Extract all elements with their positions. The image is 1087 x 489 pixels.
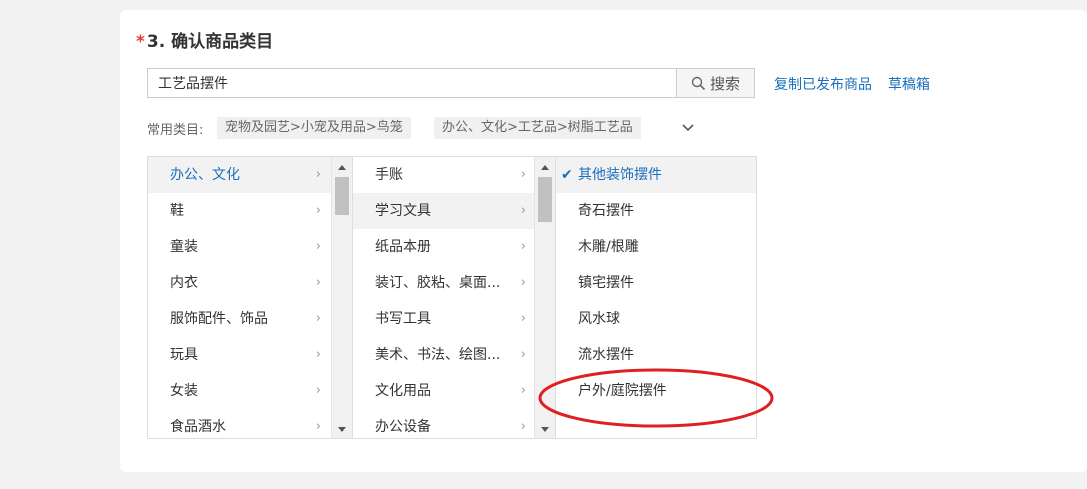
category-item[interactable]: 奇石摆件 <box>556 193 756 229</box>
category-search-input[interactable] <box>147 68 676 98</box>
chevron-right-icon: › <box>315 203 321 218</box>
category-item[interactable]: 内衣 › <box>148 265 331 301</box>
category-item-label: 书写工具 <box>375 311 431 327</box>
category-item[interactable]: 童装 › <box>148 229 331 265</box>
search-button-label: 搜索 <box>709 74 740 93</box>
copy-published-link[interactable]: 复制已发布商品 <box>774 74 872 94</box>
category-item[interactable]: 文化用品 › <box>353 373 536 409</box>
chevron-right-icon: › <box>520 311 526 326</box>
check-icon: ✔ <box>561 167 573 183</box>
chevron-down-icon[interactable] <box>680 120 696 136</box>
scroll-down-icon[interactable] <box>535 420 555 438</box>
category-item-label: 学习文具 <box>375 203 431 219</box>
category-item-label: 户外/庭院摆件 <box>578 383 667 399</box>
category-item-label: 风水球 <box>578 311 620 327</box>
category-item[interactable]: 服饰配件、饰品 › <box>148 301 331 337</box>
chevron-right-icon: › <box>520 239 526 254</box>
category-item[interactable]: 风水球 <box>556 301 756 337</box>
category-item[interactable]: 鞋 › <box>148 193 331 229</box>
common-category-chip[interactable]: 办公、文化>工艺品>树脂工艺品 <box>434 117 641 139</box>
required-mark: * <box>136 32 145 52</box>
category-item[interactable]: 女装 › <box>148 373 331 409</box>
category-item-label: 木雕/根雕 <box>578 239 639 255</box>
common-categories-label: 常用类目: <box>147 123 204 138</box>
category-item[interactable]: 纸品本册 › <box>353 229 536 265</box>
category-item[interactable]: 美术、书法、绘图... › <box>353 337 536 373</box>
common-category-chip[interactable]: 宠物及园艺>小宠及用品>鸟笼 <box>217 117 411 139</box>
search-icon <box>691 76 706 90</box>
scroll-down-icon[interactable] <box>332 420 352 438</box>
category-item-label: 办公设备 <box>375 419 431 435</box>
scrollbar-thumb[interactable] <box>538 177 552 222</box>
chevron-right-icon: › <box>520 275 526 290</box>
category-item[interactable]: 手账 › <box>353 157 536 193</box>
chevron-right-icon: › <box>520 383 526 398</box>
category-item-label: 玩具 <box>170 347 198 363</box>
category-item[interactable]: 书写工具 › <box>353 301 536 337</box>
chevron-right-icon: › <box>315 275 321 290</box>
category-item-label: 童装 <box>170 239 198 255</box>
scrollbar-thumb[interactable] <box>335 177 349 215</box>
scroll-up-icon[interactable] <box>535 159 555 177</box>
category-item-label: 流水摆件 <box>578 347 634 363</box>
category-item-label: 装订、胶粘、桌面... <box>375 275 501 291</box>
category-item[interactable]: ✔ 其他装饰摆件 <box>556 157 756 193</box>
chevron-right-icon: › <box>315 419 321 434</box>
chevron-right-icon: › <box>315 167 321 182</box>
category-item-label: 女装 <box>170 383 198 399</box>
category-item[interactable]: 镇宅摆件 <box>556 265 756 301</box>
category-item[interactable]: 户外/庭院摆件 <box>556 373 756 409</box>
category-item[interactable]: 玩具 › <box>148 337 331 373</box>
drafts-link[interactable]: 草稿箱 <box>888 74 930 94</box>
chevron-right-icon: › <box>520 347 526 362</box>
category-item-label: 食品酒水 <box>170 419 226 435</box>
category-item-label: 办公、文化 <box>170 167 240 183</box>
section-title-text: 3. 确认商品类目 <box>146 32 274 52</box>
category-item-label: 纸品本册 <box>375 239 431 255</box>
category-item-label: 内衣 <box>170 275 198 291</box>
category-item[interactable]: 食品酒水 › <box>148 409 331 438</box>
category-item-label: 文化用品 <box>375 383 431 399</box>
category-column-level3: ✔ 其他装饰摆件 奇石摆件 木雕/根雕 镇宅摆件 风水球 流水摆件 户外/庭院摆件 <box>555 157 756 438</box>
category-column-level1: 办公、文化 › 鞋 › 童装 › 内衣 › 服饰配件、饰品 › 玩具 › 女装 › 食品酒水 › <box>148 157 331 438</box>
category-item-label: 镇宅摆件 <box>578 275 634 291</box>
chevron-right-icon: › <box>520 419 526 434</box>
column-scrollbar[interactable] <box>331 157 352 438</box>
category-item[interactable]: 学习文具 › <box>353 193 536 229</box>
category-item[interactable]: 办公、文化 › <box>148 157 331 193</box>
category-item-label: 手账 <box>375 167 403 183</box>
category-item[interactable]: 木雕/根雕 <box>556 229 756 265</box>
category-item-label: 奇石摆件 <box>578 203 634 219</box>
search-button[interactable]: 搜索 <box>676 68 755 98</box>
category-column-level2: 手账 › 学习文具 › 纸品本册 › 装订、胶粘、桌面... › 书写工具 › 美术、书法… <box>352 157 536 438</box>
chevron-right-icon: › <box>520 167 526 182</box>
category-item[interactable]: 办公设备 › <box>353 409 536 438</box>
category-item-label: 服饰配件、饰品 <box>170 311 268 327</box>
category-item[interactable]: 流水摆件 <box>556 337 756 373</box>
chevron-right-icon: › <box>315 383 321 398</box>
chevron-right-icon: › <box>520 203 526 218</box>
category-item[interactable]: 装订、胶粘、桌面... › <box>353 265 536 301</box>
category-item-label: 其他装饰摆件 <box>578 167 662 183</box>
category-item-label: 美术、书法、绘图... <box>375 347 501 363</box>
chevron-right-icon: › <box>315 311 321 326</box>
column-scrollbar[interactable] <box>534 157 555 438</box>
category-selector: 办公、文化 › 鞋 › 童装 › 内衣 › 服饰配件、饰品 › 玩具 › 女装 › 食品酒水 ›… <box>147 156 757 439</box>
chevron-right-icon: › <box>315 239 321 254</box>
chevron-right-icon: › <box>315 347 321 362</box>
category-item-label: 鞋 <box>170 203 184 219</box>
scroll-up-icon[interactable] <box>332 159 352 177</box>
section-title: * 3. 确认商品类目 <box>136 30 273 54</box>
